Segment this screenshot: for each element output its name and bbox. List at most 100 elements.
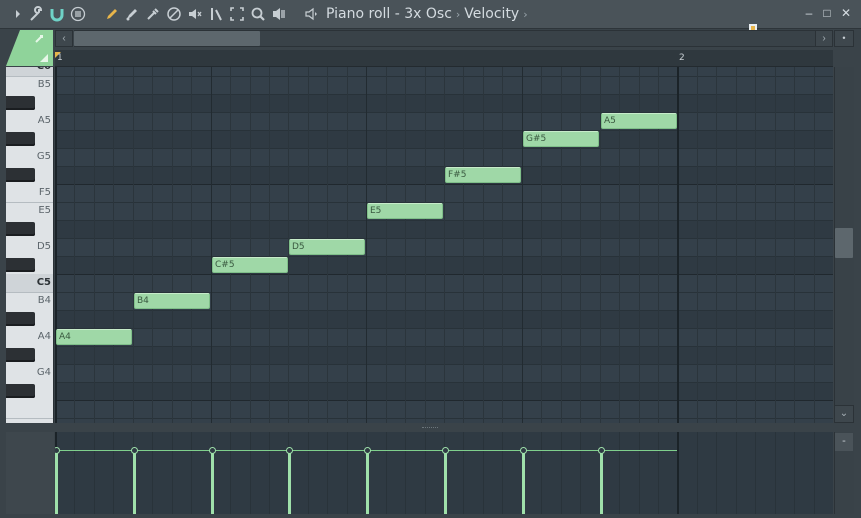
white-key-divider: [6, 292, 53, 293]
velocity-handle[interactable]: [55, 447, 60, 454]
event-grid-line: [502, 432, 503, 514]
bar-number-1: 1: [57, 53, 63, 63]
velocity-handle[interactable]: [286, 447, 293, 454]
title-separator-end: ›: [523, 8, 528, 21]
velocity-handle[interactable]: [520, 447, 527, 454]
black-key[interactable]: [6, 258, 35, 272]
slip-icon[interactable]: [187, 6, 203, 22]
black-key[interactable]: [6, 384, 35, 398]
menu-arrow-icon[interactable]: [10, 6, 26, 22]
minimize-button[interactable]: –: [802, 6, 816, 20]
splitter-grip[interactable]: [422, 427, 438, 429]
note-a5[interactable]: A5: [601, 113, 677, 129]
grid-column-line: [716, 67, 717, 423]
note-b4[interactable]: B4: [134, 293, 210, 309]
pencil-icon[interactable]: [104, 6, 120, 22]
note-csharp5[interactable]: C#5: [212, 257, 288, 273]
black-key[interactable]: [6, 312, 35, 326]
delete-tool-icon[interactable]: [145, 6, 161, 22]
grid-column-line: [483, 67, 484, 423]
key-label: F5: [38, 187, 51, 198]
velocity-editor[interactable]: [55, 432, 833, 514]
event-collapse-button[interactable]: -: [835, 433, 853, 451]
velocity-handle[interactable]: [364, 447, 371, 454]
grid-column-line: [191, 67, 192, 423]
black-key[interactable]: [6, 168, 35, 182]
scroll-right-button[interactable]: ›: [815, 30, 833, 47]
event-grid-line: [580, 432, 581, 514]
note-a4[interactable]: A4: [56, 329, 132, 345]
grid-column-line: [697, 67, 698, 423]
speaker-icon[interactable]: [303, 6, 319, 22]
key-label: D5: [36, 241, 51, 252]
event-grid-line: [347, 432, 348, 514]
options-button[interactable]: •: [834, 30, 854, 47]
horizontal-scroll-thumb[interactable]: [74, 31, 260, 46]
key-label: E5: [38, 205, 51, 216]
velocity-bar[interactable]: [444, 450, 447, 514]
scroll-left-button[interactable]: ‹: [55, 30, 73, 47]
event-grid-line: [172, 432, 173, 514]
brush-icon[interactable]: [124, 6, 140, 22]
key-label: B5: [37, 79, 51, 90]
key-label: G5: [36, 151, 51, 162]
note-grid[interactable]: A4 B4 C#5 D5 E5 F#5 G#5 A5: [55, 67, 833, 423]
note-d5[interactable]: D5: [289, 239, 365, 255]
velocity-handle[interactable]: [598, 447, 605, 454]
wrench-icon[interactable]: [29, 6, 45, 22]
event-grid-line: [94, 432, 95, 514]
vertical-scroll-thumb[interactable]: [835, 228, 853, 258]
velocity-bar[interactable]: [600, 450, 603, 514]
note-e5[interactable]: E5: [367, 203, 443, 219]
event-grid-line: [74, 432, 75, 514]
velocity-handle[interactable]: [131, 447, 138, 454]
velocity-handle[interactable]: [442, 447, 449, 454]
white-key-divider: [6, 418, 53, 419]
grid-column-line: [113, 67, 114, 423]
key-label: B4: [37, 295, 51, 306]
grid-column-line: [211, 67, 212, 423]
event-grid-line: [716, 432, 717, 514]
velocity-bar[interactable]: [211, 450, 214, 514]
timeline-ruler[interactable]: 1 2: [55, 50, 833, 67]
window-title[interactable]: Piano roll - 3x Osc › Velocity ›: [326, 6, 532, 24]
magnet-icon[interactable]: [49, 6, 65, 22]
piano-keyboard[interactable]: C6 B5 A5 G5 F5 E5 D5 C5 B4 A4 G4: [6, 67, 54, 423]
playback-icon[interactable]: [271, 6, 287, 22]
event-grid-line: [386, 432, 387, 514]
maximize-button[interactable]: □: [820, 6, 834, 20]
zoom-icon[interactable]: [250, 6, 266, 22]
event-grid-line: [677, 432, 679, 514]
white-key-divider: [6, 202, 53, 203]
target-parameter[interactable]: Velocity: [464, 6, 519, 22]
white-key-divider: [6, 76, 53, 77]
event-grid-line: [541, 432, 542, 514]
velocity-handle[interactable]: [209, 447, 216, 454]
event-grid-line: [619, 432, 620, 514]
black-key[interactable]: [6, 132, 35, 146]
black-key[interactable]: [6, 348, 35, 362]
select-icon[interactable]: [229, 6, 245, 22]
black-key[interactable]: [6, 222, 35, 236]
snap-icon[interactable]: [70, 6, 86, 22]
event-grid-line: [658, 432, 659, 514]
note-gsharp5[interactable]: G#5: [523, 131, 599, 147]
grid-column-line: [74, 67, 75, 423]
velocity-bar[interactable]: [55, 450, 58, 514]
velocity-bar[interactable]: [522, 450, 525, 514]
piano-roll-corner-tab[interactable]: [6, 30, 53, 66]
window-title-text: Piano roll - 3x Osc: [326, 6, 452, 22]
velocity-bar[interactable]: [133, 450, 136, 514]
grid-column-line: [775, 67, 776, 423]
grid-column-line: [230, 67, 231, 423]
black-key[interactable]: [6, 96, 35, 110]
event-grid-line: [639, 432, 640, 514]
scroll-down-button[interactable]: ⌄: [834, 405, 854, 423]
close-button[interactable]: ✕: [839, 6, 853, 20]
mute-icon[interactable]: [166, 6, 182, 22]
velocity-bar[interactable]: [366, 450, 369, 514]
event-grid-line: [483, 432, 484, 514]
velocity-bar[interactable]: [288, 450, 291, 514]
note-fsharp5[interactable]: F#5: [445, 167, 521, 183]
slice-icon[interactable]: [208, 6, 224, 22]
